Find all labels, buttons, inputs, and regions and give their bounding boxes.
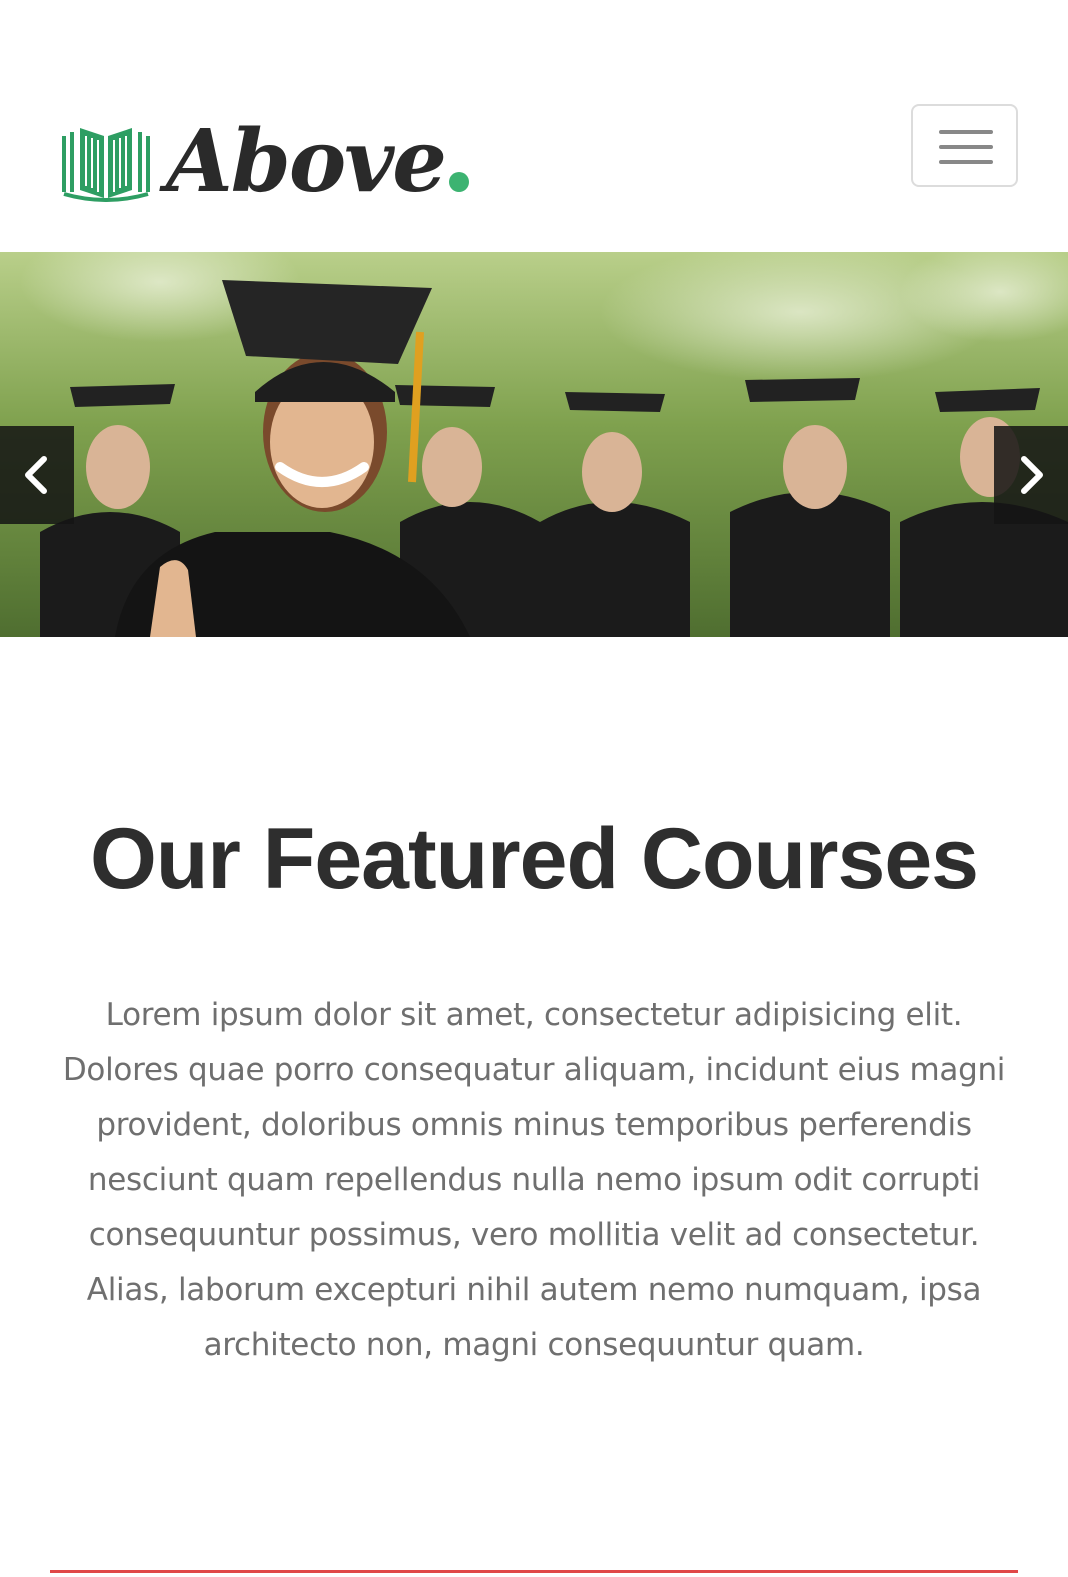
featured-courses-description: Lorem ipsum dolor sit amet, consectetur … [62,997,1006,1363]
logo-text: Above [166,111,447,212]
hero-slider[interactable] [0,252,1068,637]
site-logo[interactable]: Above [58,111,469,212]
chevron-left-icon [25,456,47,494]
menu-toggle-button[interactable] [911,104,1018,187]
section-divider [50,1570,1018,1573]
site-header: Above [0,0,1068,252]
slider-prev-button[interactable] [0,426,74,524]
logo-dot [448,172,469,192]
slider-next-button[interactable] [994,426,1068,524]
featured-courses-title: Our Featured Courses [90,811,979,907]
chevron-right-icon [1021,456,1043,494]
hero-image [0,252,1068,637]
hamburger-icon [939,130,993,134]
open-book-icon [62,128,150,202]
